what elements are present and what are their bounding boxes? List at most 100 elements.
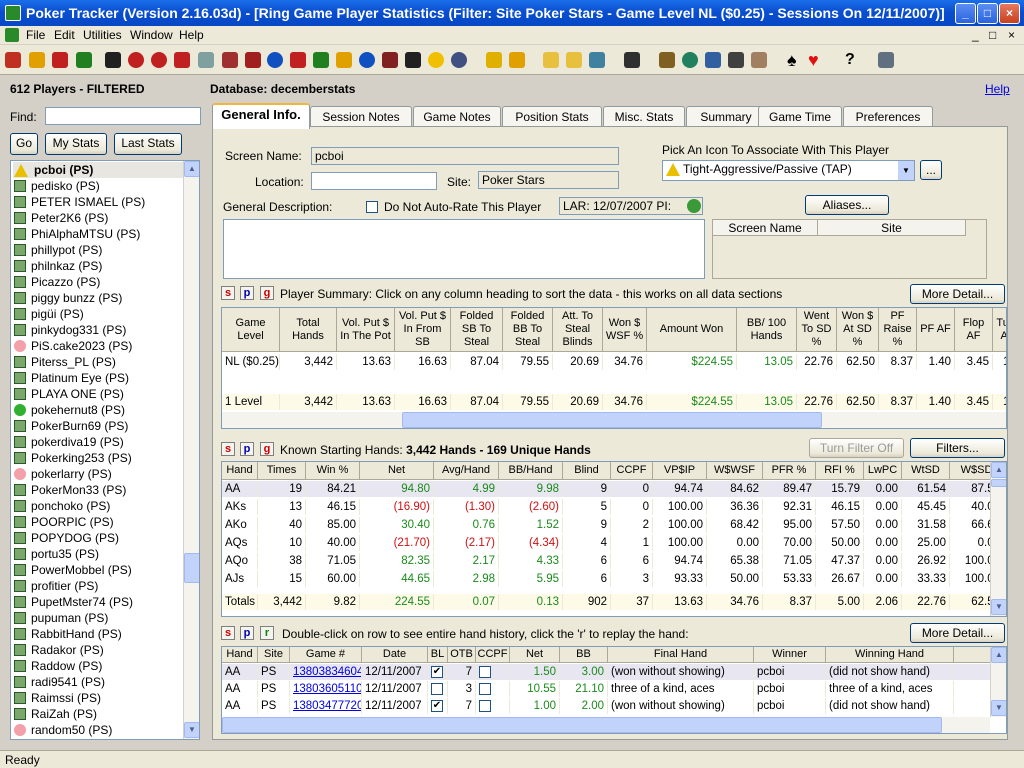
scroll-thumb[interactable] — [184, 553, 199, 583]
refresh-icon[interactable] — [682, 52, 698, 68]
green-cards-icon[interactable] — [76, 52, 92, 68]
player-list-item[interactable]: player-card-icon piggy bunzz (PS) — [13, 290, 183, 306]
sun-icon[interactable] — [428, 52, 444, 68]
hands-column-header[interactable]: Hand — [222, 462, 258, 479]
find-input[interactable] — [45, 107, 201, 125]
player-list-item[interactable]: player-card-icon POORPIC (PS) — [13, 514, 183, 530]
hands-column-header[interactable]: Win % — [306, 462, 360, 479]
player-list-item[interactable]: warning-icon pcboi (PS) — [13, 162, 183, 178]
game-number-link[interactable]: 13803477720 — [290, 698, 362, 714]
summary-column-header[interactable]: Won $ WSF % — [603, 308, 647, 351]
player-list-item[interactable]: player-card-icon RabbitHand (PS) — [13, 626, 183, 642]
bottle-icon[interactable] — [313, 52, 329, 68]
save-icon[interactable] — [624, 52, 640, 68]
alias-col-site[interactable]: Site — [818, 220, 966, 236]
bl-checkbox[interactable]: ✔ — [431, 666, 443, 678]
bl-checkbox[interactable]: ✔ — [431, 700, 443, 712]
hands-row[interactable]: AJs 15 60.00 44.65 2.98 5.95 6 3 93.33 50.00 53.33… — [222, 571, 1004, 587]
game-number-link[interactable]: 13803834604 — [290, 664, 362, 680]
scroll-up-button[interactable]: ▲ — [184, 161, 199, 177]
player-list-item[interactable]: player-card-icon Piterss_PL (PS) — [13, 354, 183, 370]
history-column-header[interactable]: Date — [362, 647, 428, 662]
player-list-item[interactable]: player-card-icon pokerdiva19 (PS) — [13, 434, 183, 450]
tab-session-notes[interactable]: Session Notes — [310, 106, 412, 128]
ccpf-checkbox[interactable] — [479, 683, 491, 695]
history-column-header[interactable]: BB — [560, 647, 608, 662]
bl-checkbox[interactable] — [431, 683, 443, 695]
player-list-item[interactable]: player-card-icon Picazzo (PS) — [13, 274, 183, 290]
hands-column-header[interactable]: VP$IP — [653, 462, 707, 479]
summary-column-header[interactable]: Folded BB To Steal — [503, 308, 553, 351]
monitor-icon[interactable] — [705, 52, 721, 68]
hands-column-header[interactable]: LwPC — [864, 462, 902, 479]
summary-column-header[interactable]: Att. To Steal Blinds — [553, 308, 603, 351]
ip-icon[interactable] — [245, 52, 261, 68]
hands-row[interactable]: AQo 38 71.05 82.35 2.17 4.33 6 6 94.74 65.38 71.05… — [222, 553, 1004, 569]
scroll-up-button[interactable]: ▲ — [991, 647, 1006, 663]
aliases-button[interactable]: Aliases... — [805, 195, 889, 215]
moon-icon[interactable] — [451, 52, 467, 68]
help-link[interactable]: Help — [985, 82, 1010, 96]
summary-column-header[interactable]: Game Level — [222, 308, 280, 351]
history-column-header[interactable]: Hand — [222, 647, 258, 662]
history-column-header[interactable]: Final Hand — [608, 647, 754, 662]
player-list-item[interactable]: player-card-icon ponchoko (PS) — [13, 498, 183, 514]
history-column-header[interactable]: CCPF — [476, 647, 510, 662]
scroll-down-button[interactable]: ▼ — [991, 700, 1006, 716]
player-list-item[interactable]: player-card-icon Peter2K6 (PS) — [13, 210, 183, 226]
player-stats-icon[interactable] — [5, 52, 21, 68]
scroll-down-button[interactable]: ▼ — [184, 722, 199, 738]
player-list-item[interactable]: player-card-icon PupetMster74 (PS) — [13, 594, 183, 610]
hands-totals-row[interactable]: Totals 3,442 9.82 224.55 0.07 0.13 902 37 13.63 3… — [222, 594, 1004, 610]
tab-summary[interactable]: Summary — [686, 106, 766, 128]
player-list-item[interactable]: player-card-icon pigüi (PS) — [13, 306, 183, 322]
icon-browse-button[interactable]: ... — [920, 160, 942, 180]
cherry-icon[interactable] — [290, 52, 306, 68]
player-list-item[interactable]: player-card-icon RaiZah (PS) — [13, 706, 183, 722]
hands-g-button[interactable]: g — [260, 442, 274, 456]
spade-card-icon[interactable] — [105, 52, 121, 68]
player-list-item[interactable]: pig-icon random50 (PS) — [13, 722, 183, 738]
tab-game-notes[interactable]: Game Notes — [413, 106, 501, 128]
tab-misc-stats[interactable]: Misc. Stats — [603, 106, 685, 128]
mdi-close-button[interactable]: × — [1008, 28, 1015, 42]
menu-file[interactable]: File — [26, 28, 45, 42]
mdi-restore-button[interactable]: □ — [989, 28, 996, 42]
go-button[interactable]: Go — [10, 133, 38, 155]
history-column-header[interactable]: Net — [510, 647, 560, 662]
folder-icon[interactable] — [566, 52, 582, 68]
maximize-button[interactable]: □ — [977, 3, 998, 24]
summary-row[interactable]: NL ($0.25) 3,442 13.63 16.63 87.04 79.55 20.69… — [222, 354, 1006, 370]
player-list[interactable]: ▲ ▼ warning-iconpcboi (PS) player-card-ic… — [10, 160, 200, 740]
player-list-item[interactable]: player-card-icon PokerMon33 (PS) — [13, 482, 183, 498]
summary-column-header[interactable]: PF AF — [917, 308, 955, 351]
summary-g-button[interactable]: g — [260, 286, 274, 300]
ccpf-checkbox[interactable] — [479, 700, 491, 712]
grid-icon[interactable] — [728, 52, 744, 68]
player-list-item[interactable]: player-card-icon PLAYA ONE (PS) — [13, 386, 183, 402]
hands-column-header[interactable]: Avg/Hand — [434, 462, 499, 479]
summary-total-row[interactable]: 1 Level 3,442 13.63 16.63 87.04 79.55 20.69 34.… — [222, 394, 1006, 410]
summary-hscroll-thumb[interactable] — [402, 412, 822, 428]
ccpf-checkbox[interactable] — [479, 666, 491, 678]
open-folder-icon[interactable] — [543, 52, 559, 68]
summary-s-button[interactable]: s — [221, 286, 235, 300]
player-list-item[interactable]: player-card-icon PhiAlphaMTSU (PS) — [13, 226, 183, 242]
chevron-down-icon[interactable]: ▼ — [898, 161, 914, 180]
player-list-item[interactable]: pig-icon pokerlarry (PS) — [13, 466, 183, 482]
turn-filter-off-button[interactable]: Turn Filter Off — [809, 438, 904, 458]
player-list-item[interactable]: player-card-icon phillypot (PS) — [13, 242, 183, 258]
menu-window[interactable]: Window — [130, 28, 173, 42]
ps-icon[interactable] — [267, 52, 283, 68]
lightning-icon[interactable] — [29, 52, 45, 68]
hands-column-header[interactable]: RFI % — [816, 462, 864, 479]
last-stats-button[interactable]: Last Stats — [114, 133, 182, 155]
calendar-icon[interactable] — [222, 52, 238, 68]
player-list-item[interactable]: player-card-icon Radakor (PS) — [13, 642, 183, 658]
summary-p-button[interactable]: p — [240, 286, 254, 300]
history-column-header[interactable]: Winner — [754, 647, 826, 662]
game-number-link[interactable]: 13803605110 — [290, 681, 362, 697]
hand-icon[interactable] — [751, 52, 767, 68]
menu-help[interactable]: Help — [179, 28, 204, 42]
hands-column-header[interactable]: WtSD — [902, 462, 950, 479]
